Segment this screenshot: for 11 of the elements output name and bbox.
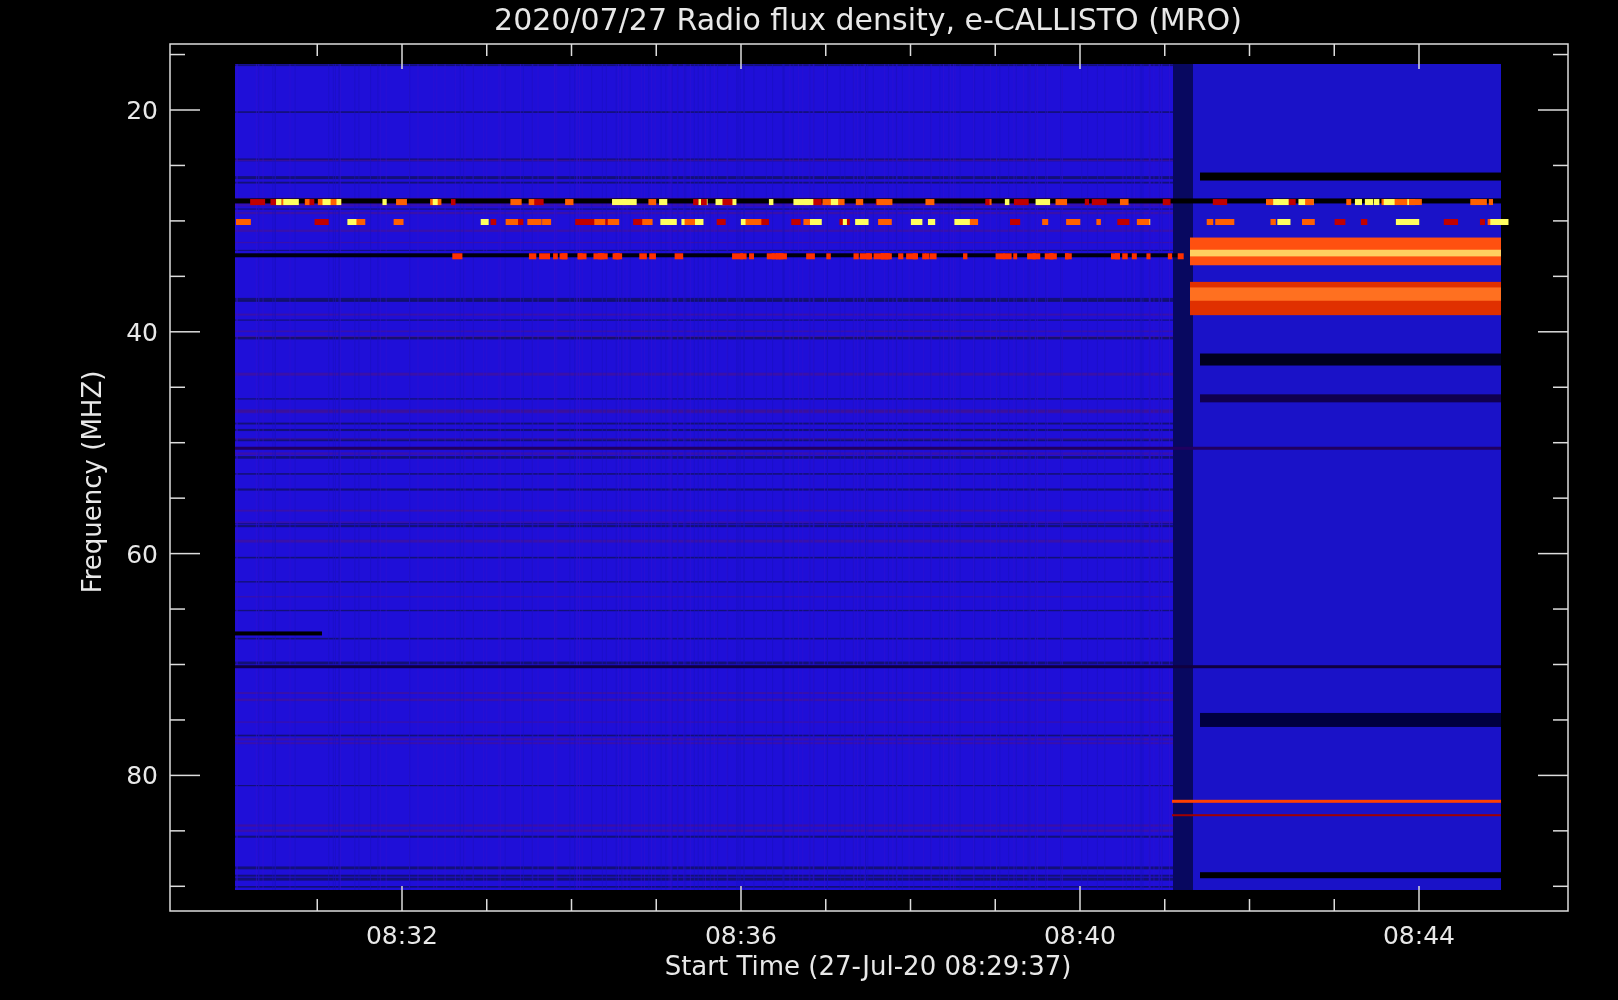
x-tick-label: 08:32: [366, 921, 438, 950]
y-axis-label: Frequency (MHZ): [77, 370, 107, 594]
y-tick-label: 80: [126, 761, 158, 791]
x-tick-label: 08:44: [1383, 921, 1455, 950]
x-tick-label: 08:40: [1044, 921, 1116, 950]
plot-title: 2020/07/27 Radio flux density, e-CALLISTO (MRO): [494, 2, 1242, 37]
y-tick-label: 40: [126, 317, 158, 347]
x-tick-label: 08:36: [705, 921, 777, 950]
y-tick-label: 20: [126, 96, 158, 125]
x-axis-label: Start Time (27-Jul-20 08:29:37): [664, 951, 1072, 981]
y-tick-label: 60: [126, 539, 158, 569]
